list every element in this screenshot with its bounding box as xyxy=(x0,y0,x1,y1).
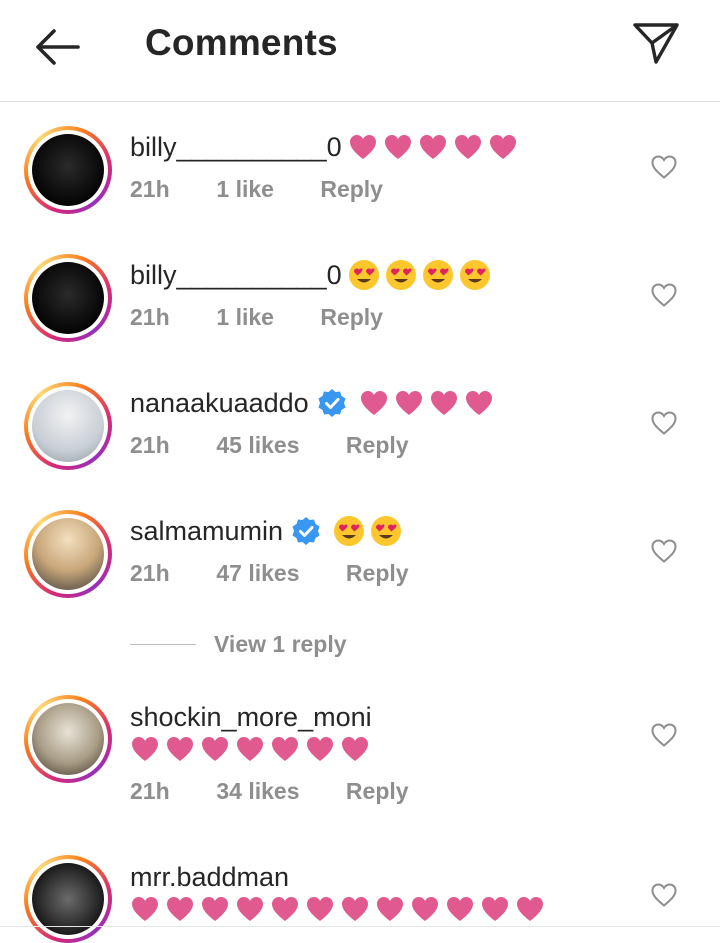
paper-plane-icon xyxy=(633,23,679,64)
heart-eyes-emoji-icon xyxy=(348,260,379,290)
heart-emoji-icon xyxy=(202,897,228,921)
heart-emoji-icon xyxy=(395,391,422,415)
avatar[interactable] xyxy=(24,695,112,783)
reply-button[interactable]: Reply xyxy=(346,432,409,459)
avatar-image xyxy=(32,134,104,206)
heart-emoji-icon xyxy=(517,897,543,921)
comment-text xyxy=(359,389,494,417)
header: Comments xyxy=(0,0,720,102)
heart-emoji-icon xyxy=(307,737,333,761)
heart-outline-icon[interactable] xyxy=(650,282,678,308)
heart-outline-icon[interactable] xyxy=(650,882,678,908)
heart-outline-icon[interactable] xyxy=(650,722,678,748)
heart-eyes-emoji-icon xyxy=(385,260,416,290)
avatar-image xyxy=(32,390,104,462)
heart-emoji-icon xyxy=(167,897,193,921)
comment-time: 21h xyxy=(130,432,170,458)
heart-eyes-emoji-icon xyxy=(334,516,365,546)
avatar[interactable] xyxy=(24,855,112,943)
heart-emoji-icon xyxy=(272,737,298,761)
heart-emoji-icon xyxy=(202,737,228,761)
comment-likes[interactable]: 45 likes xyxy=(216,432,299,459)
heart-emoji-icon xyxy=(349,135,376,159)
verified-badge-icon xyxy=(292,517,320,545)
comment-time: 21h xyxy=(130,560,170,586)
heart-emoji-icon xyxy=(430,391,457,415)
heart-emoji-icon xyxy=(272,897,298,921)
heart-emoji-icon xyxy=(482,897,508,921)
comment-time: 21h xyxy=(130,176,170,202)
avatar-image xyxy=(32,262,104,334)
heart-eyes-emoji-icon xyxy=(459,260,490,290)
verified-badge-icon xyxy=(318,389,346,417)
comment-text xyxy=(348,259,491,291)
comment-username[interactable]: mrr.baddman xyxy=(130,862,289,893)
heart-outline-icon[interactable] xyxy=(650,410,678,436)
comment-likes[interactable]: 47 likes xyxy=(216,560,299,587)
heart-outline-icon[interactable] xyxy=(650,154,678,180)
heart-emoji-icon xyxy=(237,897,263,921)
share-button[interactable] xyxy=(628,18,684,70)
comment-text xyxy=(333,515,402,547)
heart-emoji-icon xyxy=(342,897,368,921)
avatar[interactable] xyxy=(24,254,112,342)
comment-username[interactable]: nanaakuaaddo xyxy=(130,388,309,419)
heart-emoji-icon xyxy=(412,897,438,921)
heart-emoji-icon xyxy=(419,135,446,159)
heart-emoji-icon xyxy=(489,135,516,159)
heart-emoji-icon xyxy=(360,391,387,415)
comment-username[interactable]: billy__________0 xyxy=(130,260,342,291)
heart-emoji-icon xyxy=(454,135,481,159)
heart-emoji-icon xyxy=(447,897,473,921)
heart-eyes-emoji-icon xyxy=(371,516,402,546)
page-title: Comments xyxy=(145,22,338,63)
heart-eyes-emoji-icon xyxy=(422,260,453,290)
reply-button[interactable]: Reply xyxy=(346,778,409,805)
reply-divider xyxy=(130,643,196,645)
comment-username[interactable]: shockin_more_moni xyxy=(130,702,372,733)
avatar[interactable] xyxy=(24,126,112,214)
comment-text xyxy=(130,735,370,763)
heart-emoji-icon xyxy=(132,737,158,761)
reply-button[interactable]: Reply xyxy=(320,304,383,331)
heart-emoji-icon xyxy=(377,897,403,921)
comment-text xyxy=(348,133,518,161)
heart-emoji-icon xyxy=(237,737,263,761)
heart-outline-icon[interactable] xyxy=(650,538,678,564)
reply-button[interactable]: Reply xyxy=(320,176,383,203)
arrow-left-icon xyxy=(36,29,80,65)
heart-emoji-icon xyxy=(342,737,368,761)
bottom-divider xyxy=(0,926,720,927)
heart-emoji-icon xyxy=(307,897,333,921)
view-replies-label: View 1 reply xyxy=(214,630,347,657)
comment-username[interactable]: salmamumin xyxy=(130,516,283,547)
avatar-image xyxy=(32,703,104,775)
reply-button[interactable]: Reply xyxy=(346,560,409,587)
view-replies-button[interactable]: View 1 reply xyxy=(130,628,347,660)
comment-likes[interactable]: 1 like xyxy=(216,176,274,203)
comment-time: 21h xyxy=(130,778,170,804)
heart-emoji-icon xyxy=(465,391,492,415)
avatar[interactable] xyxy=(24,382,112,470)
comment-username[interactable]: billy__________0 xyxy=(130,132,342,163)
back-button[interactable] xyxy=(28,22,84,72)
avatar-image xyxy=(32,518,104,590)
heart-emoji-icon xyxy=(384,135,411,159)
comment-likes[interactable]: 34 likes xyxy=(216,778,299,805)
avatar-image xyxy=(32,863,104,935)
comment-text xyxy=(130,895,545,923)
avatar[interactable] xyxy=(24,510,112,598)
comment-time: 21h xyxy=(130,304,170,330)
heart-emoji-icon xyxy=(167,737,193,761)
heart-emoji-icon xyxy=(132,897,158,921)
comment-likes[interactable]: 1 like xyxy=(216,304,274,331)
